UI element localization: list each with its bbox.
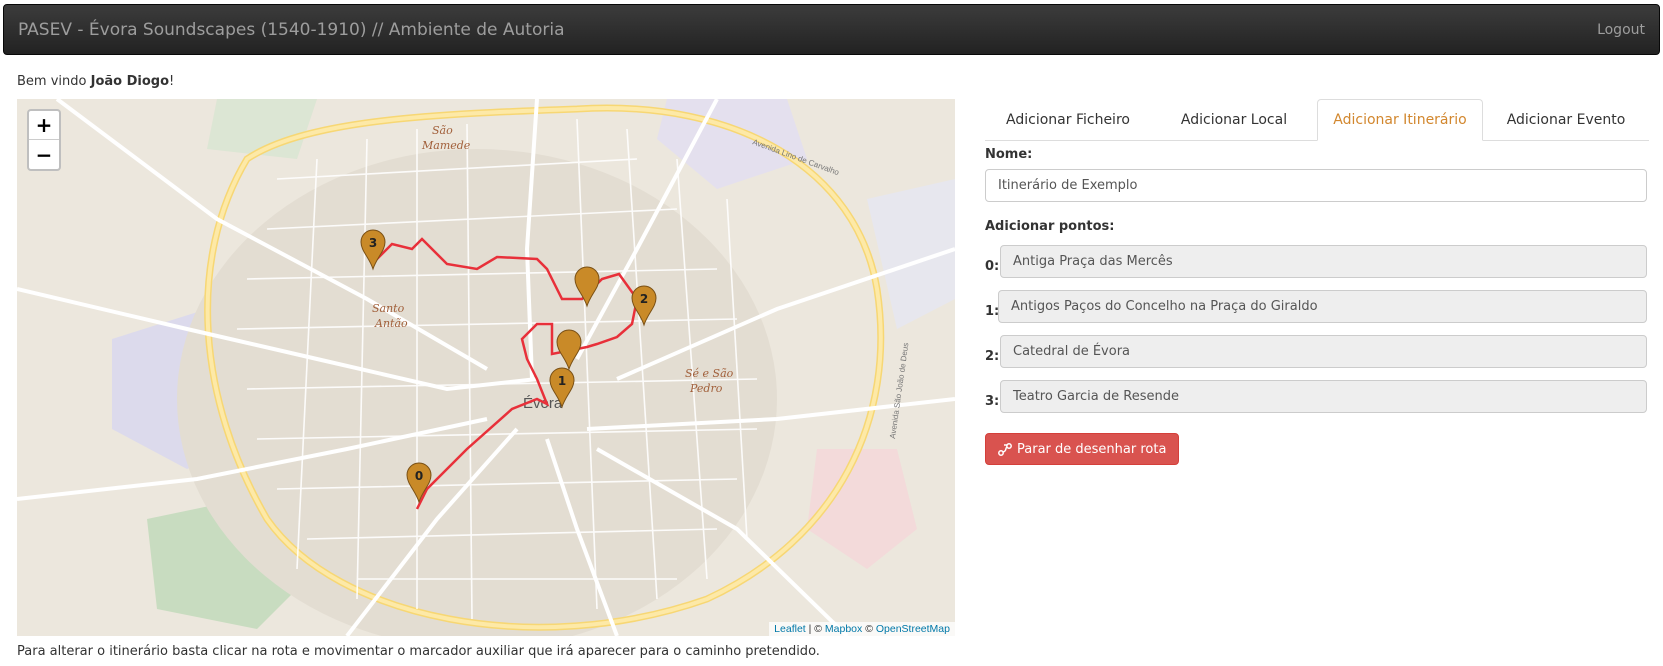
tab-bar: Adicionar Ficheiro Adicionar Local Adici… [985,99,1649,141]
user-name: João Diogo [90,74,170,89]
leaflet-link[interactable]: Leaflet [774,623,806,635]
label-se-sao-pedro-1: Sé e São [685,367,734,380]
point-number-2: 2: [985,349,1000,364]
point-number-0: 0: [985,259,1000,274]
welcome-suffix: ! [169,74,175,89]
marker-1-label: 1 [558,374,566,388]
map-attribution: Leaflet | © Mapbox © OpenStreetMap [769,622,955,636]
old-town-area [177,149,777,636]
mapbox-link[interactable]: Mapbox [825,623,862,635]
point-row-0: 0: Antiga Praça das Mercês [985,245,1649,279]
point-row-3: 3: Teatro Garcia de Resende [985,380,1649,414]
point-input-0[interactable]: Antiga Praça das Mercês [1000,245,1647,278]
stop-drawing-route-button[interactable]: Parar de desenhar rota [985,433,1180,465]
marker-0-label: 0 [415,469,423,483]
marker-3-label: 3 [369,236,377,250]
adicionar-pontos-label: Adicionar pontos: [985,219,1115,234]
route-icon [998,443,1012,456]
tab-adicionar-ficheiro[interactable]: Adicionar Ficheiro [985,99,1151,140]
openstreetmap-link[interactable]: OpenStreetMap [876,623,950,635]
nome-label: Nome: [985,147,1033,162]
point-row-1: 1: Antigos Paços do Concelho na Praça do… [985,290,1649,324]
app-title[interactable]: PASEV - Évora Soundscapes (1540-1910) //… [18,20,564,40]
map-instructions: Para alterar o itinerário basta clicar n… [17,644,820,659]
top-navbar: PASEV - Évora Soundscapes (1540-1910) //… [3,4,1660,55]
map-canvas[interactable]: São Mamede Santo Antão Sé e São Pedro Év… [17,99,955,636]
label-se-sao-pedro-2: Pedro [689,382,723,395]
point-input-1[interactable]: Antigos Paços do Concelho na Praça do Gi… [998,290,1647,323]
map-view[interactable]: São Mamede Santo Antão Sé e São Pedro Év… [17,99,955,636]
welcome-message: Bem vindo João Diogo! [17,74,174,89]
point-input-3[interactable]: Teatro Garcia de Resende [1000,380,1647,413]
stop-drawing-route-label: Parar de desenhar rota [1017,441,1167,457]
point-row-2: 2: Catedral de Évora [985,335,1649,369]
label-santo-antao-2: Antão [374,317,408,330]
form-panel: Adicionar Ficheiro Adicionar Local Adici… [985,99,1649,465]
zoom-control: + − [27,109,61,171]
zoom-in-button[interactable]: + [29,111,59,140]
zoom-out-button[interactable]: − [29,140,59,169]
label-sao-mamede-1: São [432,124,453,137]
tab-adicionar-local[interactable]: Adicionar Local [1151,99,1317,140]
logout-link[interactable]: Logout [1597,22,1645,38]
attribution-sep: | © [805,623,825,635]
tab-adicionar-itinerario[interactable]: Adicionar Itinerário [1317,99,1483,141]
attribution-sep-2: © [862,623,876,635]
point-number-3: 3: [985,394,1000,409]
welcome-prefix: Bem vindo [17,74,91,89]
label-sao-mamede-2: Mamede [421,139,471,152]
point-input-2[interactable]: Catedral de Évora [1000,335,1647,368]
marker-2-label: 2 [640,292,648,306]
tab-adicionar-evento[interactable]: Adicionar Evento [1483,99,1649,140]
label-santo-antao-1: Santo [372,302,405,315]
nome-input[interactable]: Itinerário de Exemplo [985,169,1647,202]
